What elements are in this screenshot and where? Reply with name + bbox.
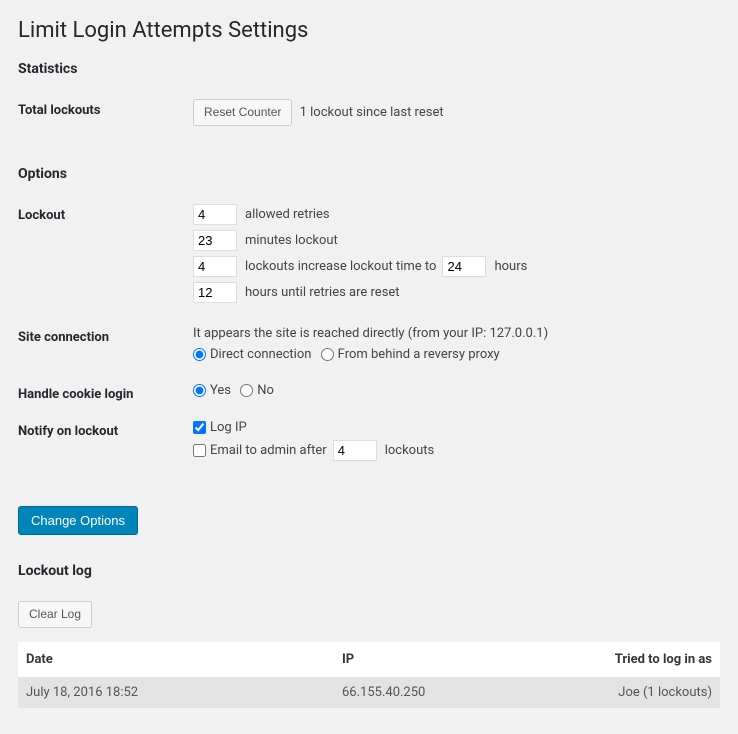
email-admin-text: Email to admin after — [210, 443, 327, 458]
log-ip-checkbox[interactable] — [193, 421, 206, 434]
increase-text: lockouts increase lockout time to — [245, 259, 436, 274]
email-lockouts-suffix: lockouts — [385, 443, 435, 458]
increase-count-input[interactable] — [193, 256, 237, 277]
direct-connection-label: Direct connection — [210, 347, 311, 362]
cookie-no-radio[interactable] — [240, 384, 253, 397]
reset-hours-text: hours until retries are reset — [245, 285, 400, 300]
options-heading: Options — [18, 166, 720, 182]
change-options-button[interactable]: Change Options — [18, 506, 138, 535]
cookie-yes-label: Yes — [210, 383, 231, 398]
email-lockouts-input[interactable] — [333, 440, 377, 461]
reset-counter-button[interactable]: Reset Counter — [193, 99, 292, 126]
row-ip: 66.155.40.250 — [334, 677, 514, 708]
notify-label: Notify on lockout — [18, 420, 193, 484]
email-admin-checkbox[interactable] — [193, 444, 206, 457]
row-date: July 18, 2016 18:52 — [18, 677, 334, 708]
cookie-no-label: No — [257, 383, 274, 398]
lockout-log-heading: Lockout log — [18, 563, 720, 579]
table-row: July 18, 2016 18:52 66.155.40.250 Joe (1… — [18, 677, 720, 708]
site-connection-hint: It appears the site is reached directly … — [193, 326, 720, 341]
minutes-input[interactable] — [193, 230, 237, 251]
proxy-connection-label: From behind a reversy proxy — [338, 347, 500, 362]
direct-connection-radio[interactable] — [193, 348, 206, 361]
log-ip-label: Log IP — [210, 420, 247, 435]
minutes-text: minutes lockout — [245, 233, 338, 248]
reset-hours-input[interactable] — [193, 282, 237, 303]
cookie-yes-radio[interactable] — [193, 384, 206, 397]
col-ip: IP — [334, 642, 514, 677]
lockout-since-text: 1 lockout since last reset — [300, 105, 444, 120]
total-lockouts-label: Total lockouts — [18, 99, 193, 144]
clear-log-button[interactable]: Clear Log — [18, 601, 92, 628]
increase-hours-text: hours — [494, 259, 527, 274]
retries-input[interactable] — [193, 204, 237, 225]
row-tried: Joe (1 lockouts) — [514, 677, 720, 708]
page-title: Limit Login Attempts Settings — [18, 18, 720, 43]
cookie-login-label: Handle cookie login — [18, 383, 193, 420]
site-connection-label: Site connection — [18, 326, 193, 383]
increase-hours-input[interactable] — [442, 256, 486, 277]
statistics-heading: Statistics — [18, 61, 720, 77]
col-tried: Tried to log in as — [514, 642, 720, 677]
lockout-label: Lockout — [18, 204, 193, 326]
retries-text: allowed retries — [245, 207, 330, 222]
col-date: Date — [18, 642, 334, 677]
proxy-connection-radio[interactable] — [321, 348, 334, 361]
